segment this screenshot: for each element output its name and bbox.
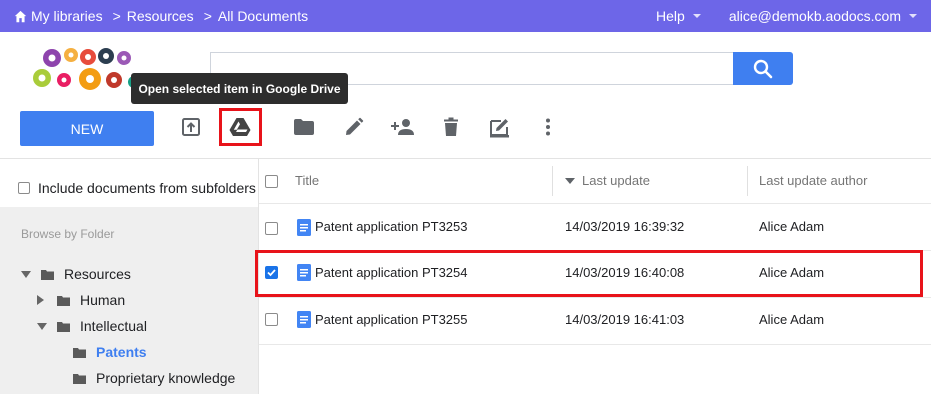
share-button[interactable] (388, 112, 418, 142)
tree-item-intellectual[interactable]: Intellectual (37, 318, 147, 334)
edit-icon (346, 117, 364, 135)
row-divider (259, 344, 931, 345)
breadcrumb-label: My libraries (31, 8, 103, 24)
tree-item-label: Proprietary knowledge (96, 370, 236, 386)
expand-down-icon[interactable] (21, 270, 31, 278)
include-subfolders-label: Include documents from subfolders (38, 180, 256, 196)
row-title[interactable]: Patent application PT3255 (315, 312, 468, 327)
sort-desc-icon (565, 177, 575, 184)
folder-icon (294, 119, 314, 135)
column-header-label: Last update (582, 173, 650, 188)
edit-properties-icon (490, 119, 509, 138)
user-menu[interactable]: alice@demokb.aodocs.com (729, 8, 917, 24)
breadcrumb-my-libraries[interactable]: My libraries (14, 8, 103, 24)
user-email: alice@demokb.aodocs.com (728, 8, 901, 24)
more-options-button[interactable] (533, 112, 563, 142)
column-divider (747, 166, 748, 196)
breadcrumb-resources[interactable]: > Resources (103, 8, 194, 24)
delete-icon (444, 117, 458, 136)
edit-properties-button[interactable] (485, 112, 515, 142)
folder-button[interactable] (289, 112, 319, 142)
row-checkbox[interactable] (265, 313, 278, 326)
more-vert-icon (546, 118, 550, 136)
column-header-label: Last update author (759, 173, 868, 188)
google-doc-icon (297, 311, 311, 328)
delete-button[interactable] (436, 112, 466, 142)
column-header-author[interactable]: Last update author (759, 173, 867, 188)
tree-item-resources[interactable]: Resources (21, 266, 131, 282)
add-person-icon (391, 119, 414, 135)
new-button[interactable]: NEW (20, 111, 154, 146)
breadcrumb: My libraries > Resources > All Documents (14, 0, 308, 32)
tree-item-proprietary-knowledge[interactable]: Proprietary knowledge (73, 370, 235, 386)
google-doc-icon (297, 219, 311, 236)
gear-logo-icon (33, 48, 140, 90)
tree-item-label: Intellectual (80, 318, 147, 334)
search-button[interactable] (733, 52, 793, 85)
help-menu[interactable]: Help (656, 8, 701, 24)
row-last-update: 14/03/2019 16:41:03 (565, 312, 685, 327)
folder-icon (57, 295, 70, 306)
tree-item-label: Resources (64, 266, 131, 282)
expand-right-icon[interactable] (37, 295, 44, 305)
folder-icon (41, 269, 54, 280)
breadcrumb-all-documents[interactable]: > All Documents (194, 8, 308, 24)
column-divider (552, 166, 553, 196)
chevron-down-icon (909, 14, 917, 18)
breadcrumb-label: Resources (126, 8, 194, 24)
column-header-title[interactable]: Title (295, 173, 319, 188)
home-icon (14, 10, 27, 22)
search-icon (753, 59, 773, 78)
expand-down-icon[interactable] (37, 322, 47, 330)
column-header-last-update[interactable]: Last update (565, 173, 650, 188)
help-label: Help (656, 8, 685, 24)
folder-icon (57, 321, 70, 332)
breadcrumb-separator: > (203, 8, 212, 24)
tree-item-label: Patents (96, 344, 147, 360)
row-author: Alice Adam (759, 312, 825, 327)
selected-row-highlight (255, 250, 923, 297)
row-divider (259, 203, 931, 204)
row-author: Alice Adam (759, 219, 825, 234)
open-in-new-icon (182, 118, 200, 136)
tree-item-patents[interactable]: Patents (73, 344, 147, 360)
row-last-update: 14/03/2019 16:39:32 (565, 219, 685, 234)
select-all-checkbox[interactable] (265, 175, 278, 188)
include-subfolders-option[interactable]: Include documents from subfolders (18, 180, 256, 196)
open-in-new-button[interactable] (176, 112, 206, 142)
chevron-down-icon (692, 14, 701, 18)
drive-button-highlight (219, 108, 262, 146)
folder-icon (73, 347, 86, 358)
breadcrumb-separator: > (112, 8, 121, 24)
row-title[interactable]: Patent application PT3253 (315, 219, 468, 234)
folder-icon (73, 373, 86, 384)
tooltip: Open selected item in Google Drive (131, 73, 348, 104)
edit-button[interactable] (339, 112, 369, 142)
include-subfolders-checkbox[interactable] (18, 182, 30, 194)
tree-item-human[interactable]: Human (37, 292, 125, 308)
row-checkbox[interactable] (265, 222, 278, 235)
top-bar: My libraries > Resources > All Documents… (0, 0, 931, 32)
browse-by-folder-label: Browse by Folder (21, 227, 115, 241)
tree-item-label: Human (80, 292, 126, 308)
breadcrumb-label: All Documents (217, 8, 309, 24)
row-divider (259, 297, 931, 298)
column-header-label: Title (295, 173, 320, 188)
